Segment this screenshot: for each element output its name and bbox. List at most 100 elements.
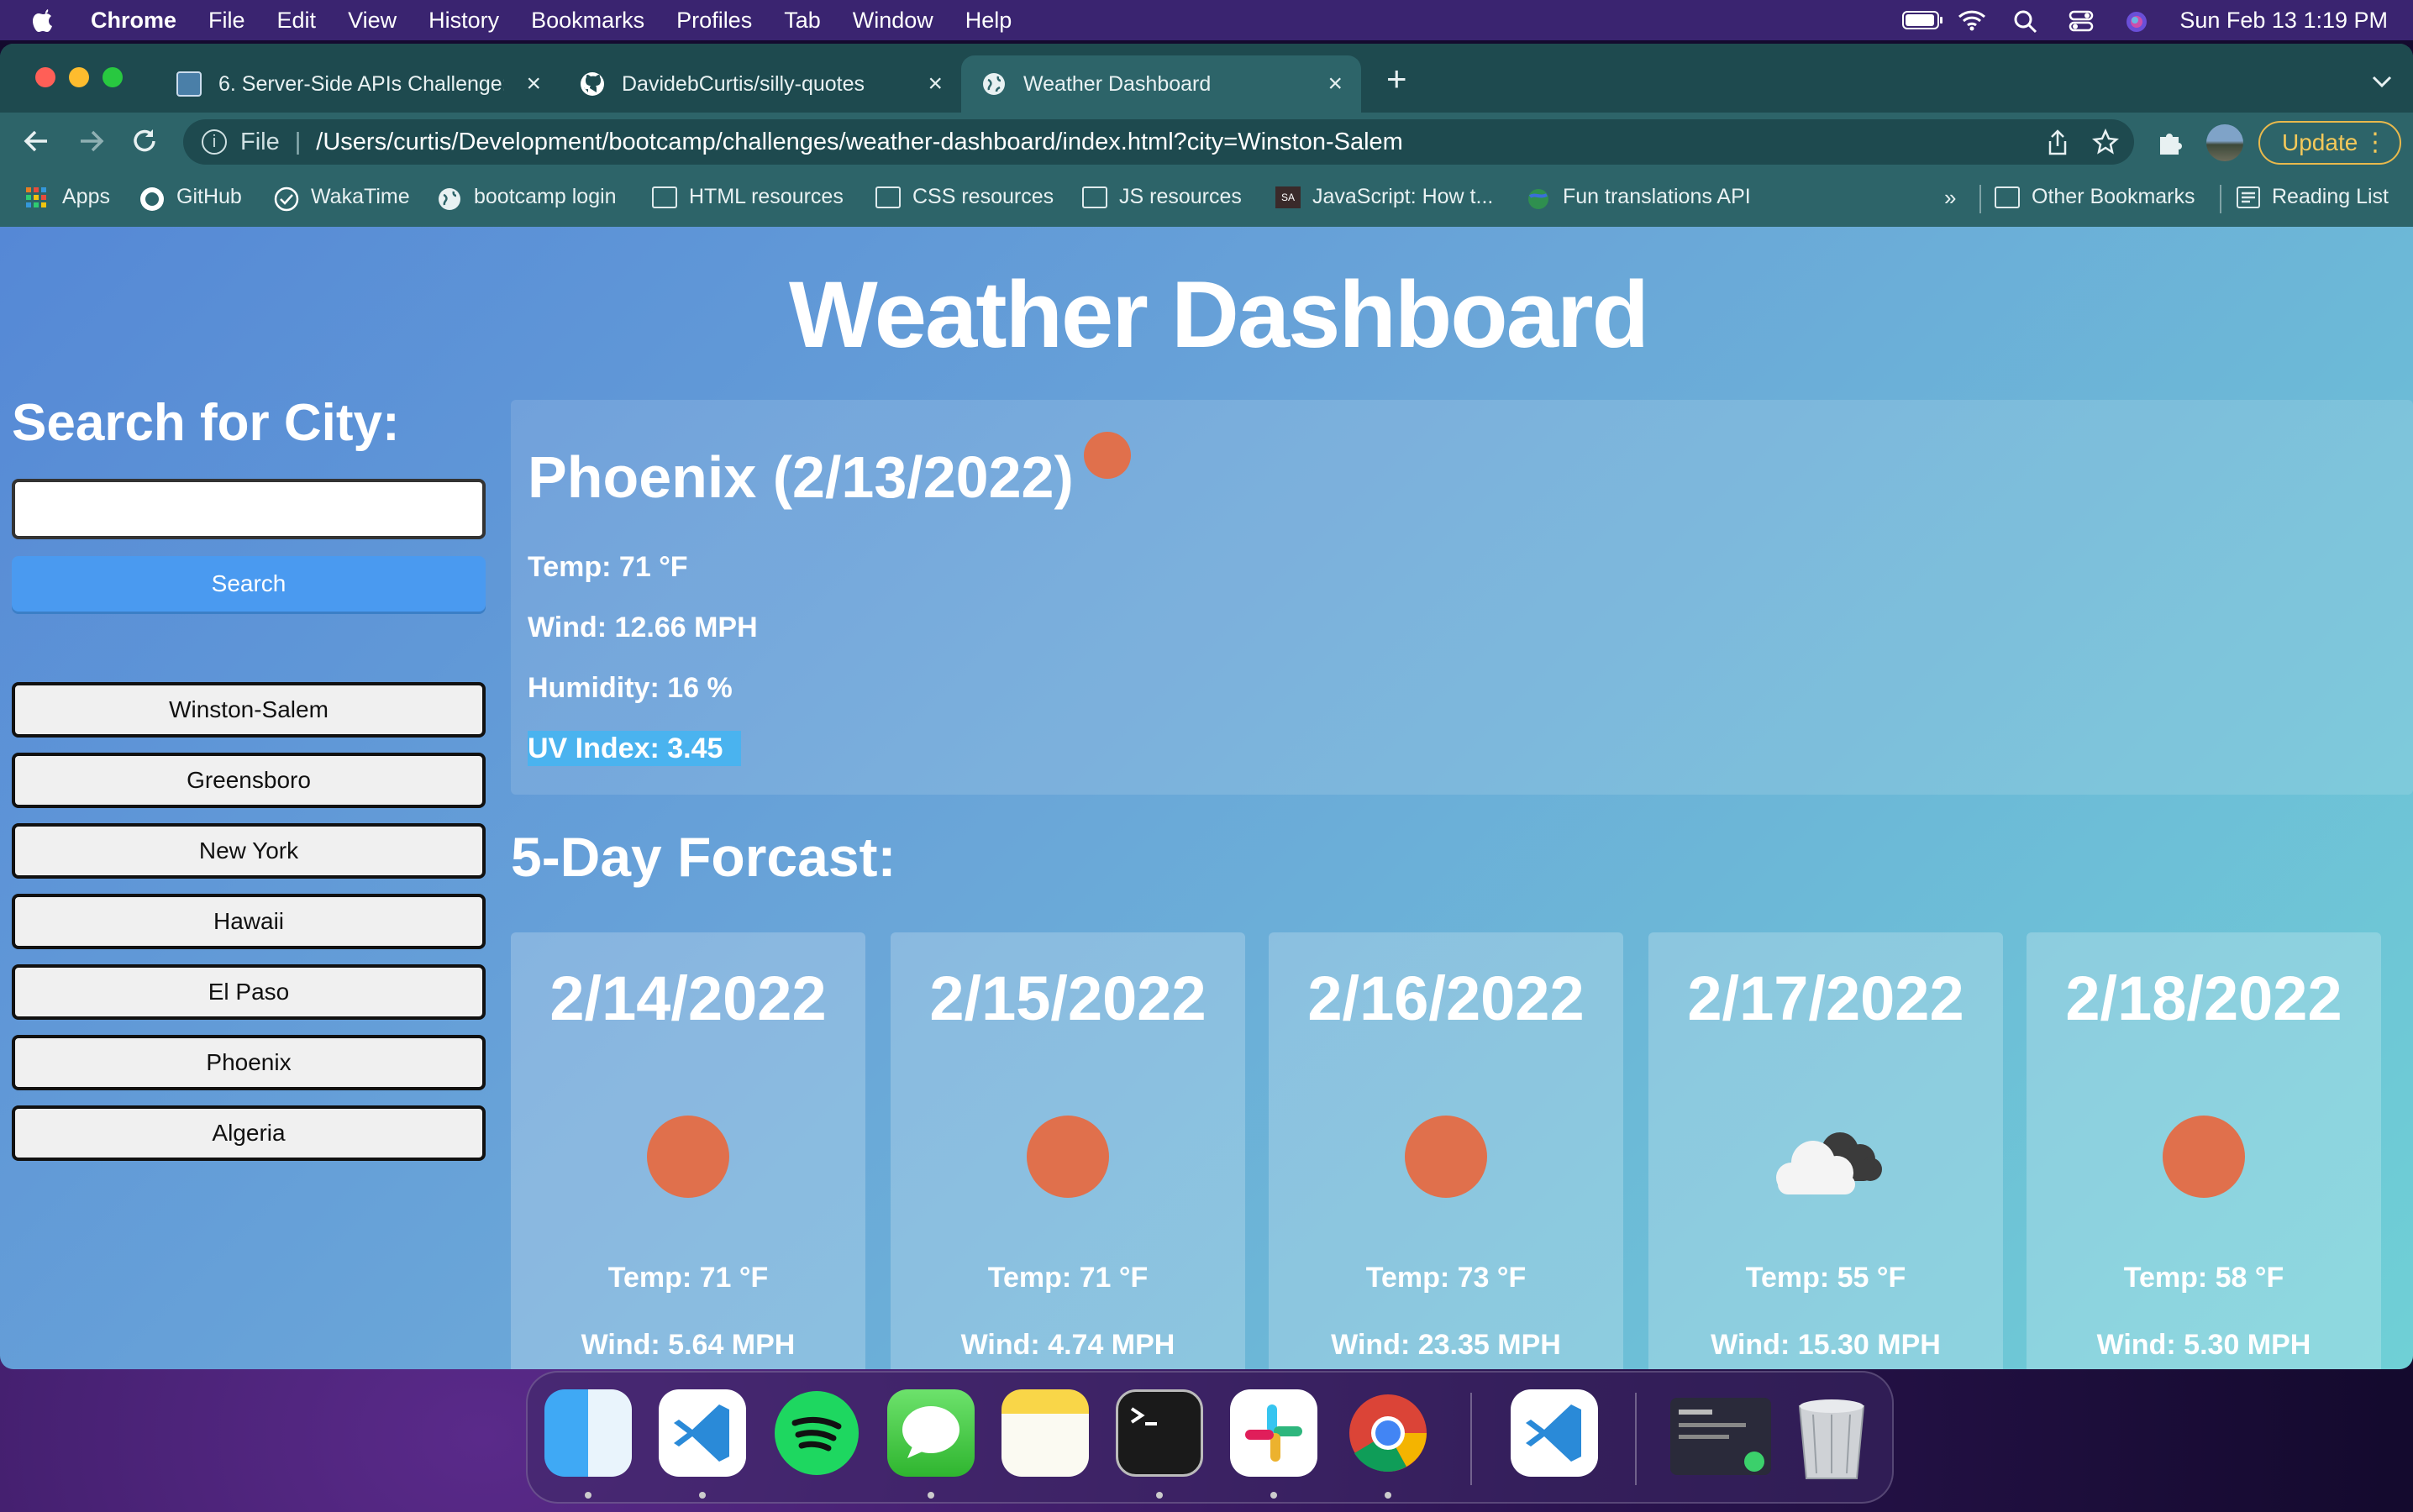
bookmark-apps[interactable]: Apps [25, 185, 110, 209]
history-city-button[interactable]: El Paso [12, 964, 486, 1020]
forecast-temp: Temp: 73 °F [1365, 1262, 1527, 1294]
info-icon[interactable]: i [202, 129, 227, 155]
forecast-temp: Temp: 71 °F [987, 1262, 1149, 1294]
vscode-icon[interactable] [659, 1389, 746, 1477]
bookmark-github[interactable]: GitHub [139, 185, 242, 211]
siri-icon[interactable] [2124, 9, 2153, 32]
menu-view[interactable]: View [348, 8, 397, 34]
forecast-date: 2/14/2022 [549, 963, 827, 1033]
control-center-icon[interactable] [2069, 9, 2097, 32]
screenshot-icon[interactable] [1670, 1398, 1771, 1475]
forecast-temp: Temp: 55 °F [1745, 1262, 1906, 1294]
folder-icon [1082, 186, 1107, 208]
notes-icon[interactable] [1001, 1389, 1089, 1477]
tab-server-side-apis[interactable]: 6. Server-Side APIs Challenge: × [156, 55, 560, 113]
spotlight-search-icon[interactable] [2013, 9, 2042, 34]
sun-icon [1027, 1116, 1109, 1198]
bookmark-star-icon[interactable] [2092, 128, 2119, 162]
bookmark-css-resources[interactable]: CSS resources [875, 185, 1054, 209]
city-search-input[interactable] [12, 479, 486, 539]
finder-icon[interactable] [544, 1389, 632, 1477]
forecast-card: 2/18/2022 Temp: 58 °F Wind: 5.30 MPH [2027, 932, 2381, 1369]
history-city-button[interactable]: Algeria [12, 1105, 486, 1161]
forecast-date: 2/15/2022 [929, 963, 1206, 1033]
folder-icon [1995, 186, 2020, 208]
kebab-menu-icon[interactable]: ⋮ [2363, 129, 2388, 156]
bookmark-bootcamp-login[interactable]: bootcamp login [437, 185, 617, 210]
page-viewport: Weather Dashboard Search for City: Searc… [0, 227, 2413, 1369]
reading-list-button[interactable]: Reading List [2237, 185, 2389, 209]
forecast-date: 2/18/2022 [2065, 963, 2342, 1033]
forecast-date: 2/16/2022 [1307, 963, 1585, 1033]
spotify-icon[interactable] [773, 1389, 860, 1477]
terminal-icon[interactable] [1116, 1389, 1203, 1477]
menu-help[interactable]: Help [965, 8, 1012, 34]
bookmark-other-bookmarks[interactable]: Other Bookmarks [1995, 185, 2195, 209]
profile-avatar[interactable] [2206, 124, 2243, 161]
menu-profiles[interactable]: Profiles [676, 8, 752, 34]
reload-button[interactable] [128, 124, 161, 158]
forecast-card: 2/16/2022 Temp: 73 °F Wind: 23.35 MPH [1269, 932, 1623, 1369]
slack-icon[interactable] [1230, 1389, 1317, 1477]
zoom-window-button[interactable] [103, 67, 123, 87]
trash-icon[interactable] [1788, 1389, 1875, 1479]
history-city-button[interactable]: Winston-Salem [12, 682, 486, 738]
address-url[interactable]: /Users/curtis/Development/bootcamp/chall… [316, 129, 1403, 156]
current-humidity: Humidity: 16 % [528, 672, 733, 704]
bookmarks-overflow-button[interactable]: » [1944, 185, 1956, 211]
minimize-window-button[interactable] [69, 67, 89, 87]
current-city-heading: Phoenix (2/13/2022) [528, 444, 1074, 510]
search-button[interactable]: Search [12, 556, 486, 612]
tab-silly-quotes[interactable]: DavidebCurtis/silly-quotes × [560, 55, 961, 113]
bookmark-js-resources[interactable]: JS resources [1082, 185, 1242, 209]
menu-clock[interactable]: Sun Feb 13 1:19 PM [2179, 8, 2388, 34]
address-bar[interactable]: i File | /Users/curtis/Development/bootc… [183, 119, 2134, 165]
bookmark-html-resources[interactable]: HTML resources [652, 185, 844, 209]
folder-icon [652, 186, 677, 208]
battery-icon[interactable] [1902, 9, 1943, 31]
sun-icon [2163, 1116, 2245, 1198]
back-button[interactable] [20, 124, 54, 158]
update-button[interactable]: Update ⋮ [2258, 121, 2401, 165]
apple-icon[interactable] [32, 8, 55, 33]
messages-icon[interactable] [887, 1389, 975, 1477]
bookmark-javascript-how[interactable]: SA JavaScript: How t... [1275, 185, 1493, 209]
cloud-icon [1763, 1122, 1889, 1206]
chevron-down-icon[interactable] [2371, 69, 2393, 95]
wifi-icon[interactable] [1958, 9, 1986, 31]
menu-edit[interactable]: Edit [277, 8, 317, 34]
close-tab-icon[interactable]: × [526, 70, 541, 98]
tab-title: DavidebCurtis/silly-quotes [622, 71, 865, 96]
menu-history[interactable]: History [428, 8, 499, 34]
history-city-button[interactable]: Greensboro [12, 753, 486, 808]
close-tab-icon[interactable]: × [1327, 70, 1343, 98]
running-indicator [928, 1492, 934, 1499]
close-window-button[interactable] [35, 67, 55, 87]
history-city-button[interactable]: Phoenix [12, 1035, 486, 1090]
history-city-button[interactable]: Hawaii [12, 894, 486, 949]
history-city-button[interactable]: New York [12, 823, 486, 879]
browser-toolbar: i File | /Users/curtis/Development/bootc… [0, 113, 2413, 171]
bookmarks-bar: Apps GitHub WakaTime bootcamp login HTML… [0, 171, 2413, 227]
tab-title: 6. Server-Side APIs Challenge: [218, 71, 504, 96]
menu-bookmarks[interactable]: Bookmarks [531, 8, 644, 34]
menu-file[interactable]: File [208, 8, 245, 34]
bookmark-fun-translations[interactable]: Fun translations API [1526, 185, 1751, 209]
close-tab-icon[interactable]: × [928, 70, 943, 98]
menu-window[interactable]: Window [853, 8, 933, 34]
share-icon[interactable] [2047, 129, 2069, 163]
reading-list-icon [2237, 186, 2260, 208]
menu-tab[interactable]: Tab [784, 8, 821, 34]
bookmark-wakatime[interactable]: WakaTime [274, 185, 410, 211]
menu-app-name[interactable]: Chrome [91, 8, 176, 34]
new-tab-button[interactable]: + [1386, 61, 1407, 97]
chrome-icon[interactable] [1344, 1389, 1432, 1477]
forward-button[interactable] [74, 124, 108, 158]
forecast-card: 2/15/2022 Temp: 71 °F Wind: 4.74 MPH [891, 932, 1245, 1369]
extensions-puzzle-icon[interactable] [2156, 128, 2184, 160]
vscode-icon[interactable] [1511, 1389, 1598, 1477]
tab-weather-dashboard[interactable]: Weather Dashboard × [961, 55, 1361, 113]
apps-grid-icon [25, 186, 50, 208]
page-title: Weather Dashboard [789, 262, 1649, 367]
running-indicator [699, 1492, 706, 1499]
